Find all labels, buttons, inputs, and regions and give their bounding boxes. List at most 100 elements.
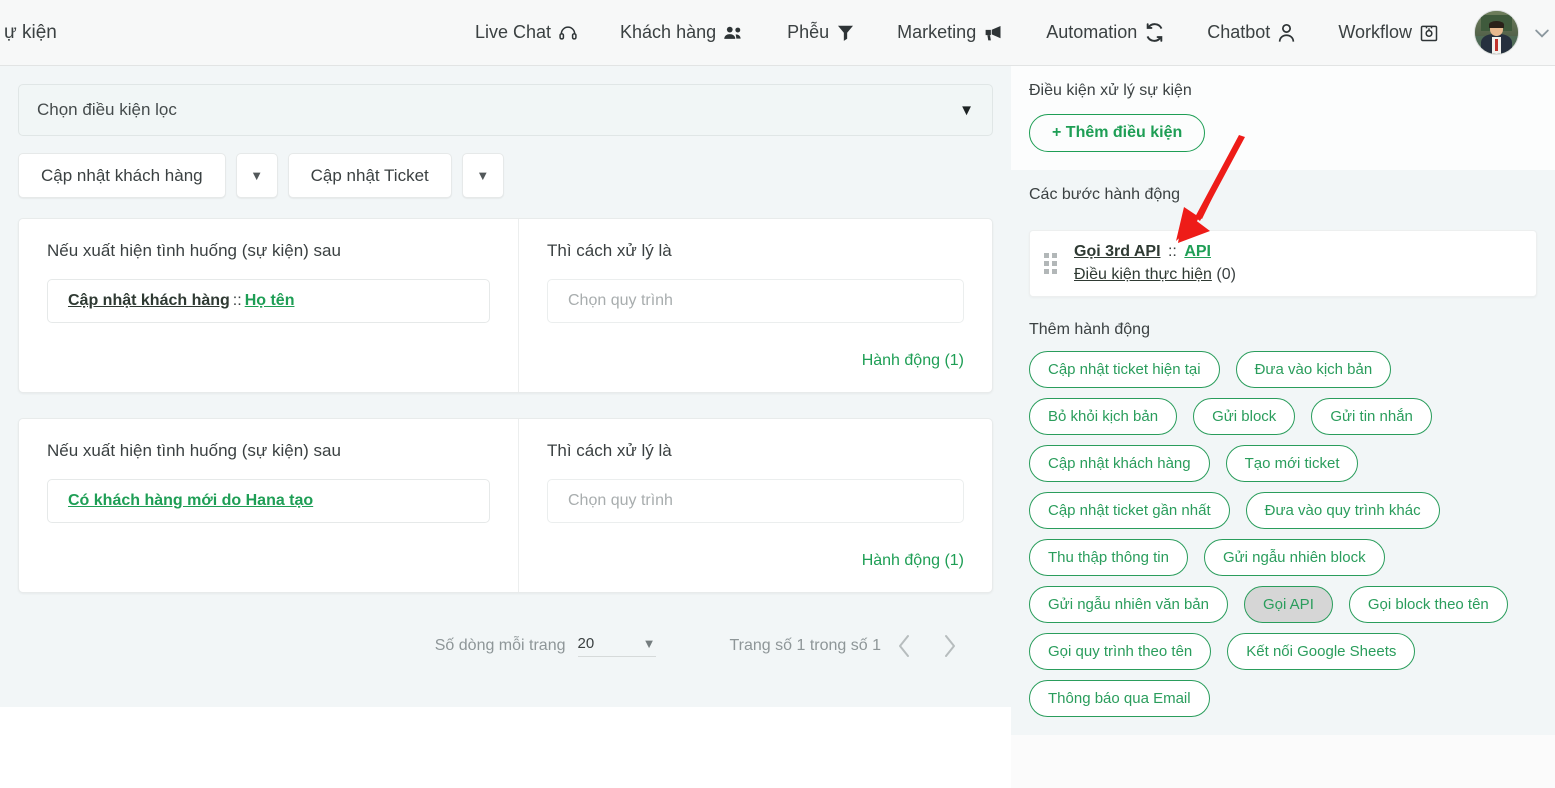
add-condition-button[interactable]: + Thêm điều kiện: [1029, 114, 1206, 152]
rule-action-column: Thì cách xử lý là Chọn quy trình Hành độ…: [519, 419, 992, 592]
action-step-name-link[interactable]: Gọi 3rd API: [1074, 243, 1161, 260]
action-step-card[interactable]: Gọi 3rd API :: API Điều kiện thực hiện (…: [1029, 230, 1537, 297]
nav-item-live-chat[interactable]: Live Chat: [454, 22, 599, 43]
action-step-exec-row: Điều kiện thực hiện (0): [1074, 266, 1236, 284]
avatar-hair: [1489, 20, 1504, 29]
add-action-title: Thêm hành động: [1029, 321, 1150, 338]
button-cap-nhat-khach-hang-dropdown[interactable]: ▼: [235, 153, 278, 198]
rule-condition-header: Nếu xuất hiện tình huống (sự kiện) sau: [47, 441, 341, 460]
app-root: ự kiện Live Chat Khách hàng Phễu Marketi…: [0, 0, 1555, 788]
nav-item-label: Automation: [1046, 22, 1138, 42]
nav-item-label: Marketing: [897, 22, 977, 42]
chevron-down-icon[interactable]: [1531, 22, 1553, 44]
action-chip-gui-ngau-nhien-block[interactable]: Gửi ngẫu nhiên block: [1203, 539, 1385, 576]
button-cap-nhat-ticket[interactable]: Cập nhật Ticket: [287, 153, 452, 198]
chevron-right-icon[interactable]: [927, 623, 973, 669]
caret-down-icon: ▼: [642, 636, 656, 651]
action-steps-title: Các bước hành động: [1029, 186, 1181, 203]
rule-card-list: Nếu xuất hiện tình huống (sự kiện) sau C…: [18, 218, 993, 593]
refresh-icon: [1144, 22, 1165, 43]
process-select[interactable]: Chọn quy trình: [547, 479, 964, 523]
top-navigation-bar: ự kiện Live Chat Khách hàng Phễu Marketi…: [0, 0, 1555, 66]
action-chip-bo-khoi-kich-ban[interactable]: Bỏ khỏi kịch bản: [1029, 398, 1178, 435]
action-step-type-link[interactable]: API: [1184, 243, 1211, 260]
nav-item-automation[interactable]: Automation: [1025, 22, 1186, 43]
action-chip-list: Cập nhật ticket hiện tại Đưa vào kịch bả…: [1029, 351, 1537, 717]
workflow-icon: [1419, 23, 1439, 43]
avatar[interactable]: [1474, 10, 1519, 55]
action-chip-gui-block[interactable]: Gửi block: [1193, 398, 1296, 435]
action-chip-gui-ngau-nhien-van-ban[interactable]: Gửi ngẫu nhiên văn bản: [1029, 586, 1228, 623]
action-step-title-row: Gọi 3rd API :: API: [1074, 243, 1236, 261]
process-select-placeholder: Chọn quy trình: [568, 492, 673, 509]
action-chip-goi-block-theo-ten[interactable]: Gọi block theo tên: [1348, 586, 1508, 623]
nav-item-workflow[interactable]: Workflow: [1317, 22, 1460, 43]
nav-items: Live Chat Khách hàng Phễu Marketing Auto…: [454, 10, 1555, 55]
rows-per-page-value: 20: [577, 635, 595, 652]
action-step-body: Gọi 3rd API :: API Điều kiện thực hiện (…: [1074, 243, 1236, 284]
button-cap-nhat-ticket-dropdown[interactable]: ▼: [461, 153, 504, 198]
rule-condition-column: Nếu xuất hiện tình huống (sự kiện) sau C…: [19, 419, 519, 592]
action-step-separator: ::: [1167, 243, 1177, 260]
event-main-link[interactable]: Có khách hàng mới do Hana tạo: [68, 492, 313, 510]
caret-down-icon: ▼: [959, 101, 974, 119]
action-count-link[interactable]: Hành động (1): [547, 552, 964, 570]
action-chip-dua-vao-kich-ban[interactable]: Đưa vào kịch bản: [1235, 351, 1392, 388]
nav-item-marketing[interactable]: Marketing: [876, 22, 1025, 43]
process-select-placeholder: Chọn quy trình: [568, 292, 673, 309]
event-separator: ::: [232, 292, 242, 309]
nav-item-chatbot[interactable]: Chatbot: [1186, 22, 1317, 43]
page-info-label: Trang số 1 trong số 1: [729, 637, 882, 654]
action-chip-cap-nhat-khach-hang[interactable]: Cập nhật khách hàng: [1029, 445, 1210, 482]
action-chip-dua-vao-quy-trinh-khac[interactable]: Đưa vào quy trình khác: [1245, 492, 1440, 529]
drag-handle-icon[interactable]: [1044, 253, 1060, 274]
page-title: ự kiện: [4, 21, 57, 43]
avatar-tie: [1494, 38, 1499, 52]
people-icon: [723, 23, 745, 43]
event-main-link[interactable]: Cập nhật khách hàng: [68, 292, 230, 310]
filter-select-label: Chọn điều kiện lọc: [37, 100, 177, 119]
action-chip-goi-quy-trinh-theo-ten[interactable]: Gọi quy trình theo tên: [1029, 633, 1212, 670]
funnel-icon: [836, 23, 855, 42]
event-field-link[interactable]: Họ tên: [245, 292, 295, 310]
add-condition-label: + Thêm điều kiện: [1052, 124, 1183, 141]
filter-select[interactable]: Chọn điều kiện lọc ▼: [18, 84, 993, 136]
event-conditions-title: Điều kiện xử lý sự kiện: [1029, 82, 1192, 99]
nav-item-label: Khách hàng: [620, 22, 717, 42]
action-count-link[interactable]: Hành động (1): [547, 352, 964, 370]
action-chip-ket-noi-google-sheets[interactable]: Kết nối Google Sheets: [1227, 633, 1416, 670]
process-select[interactable]: Chọn quy trình: [547, 279, 964, 323]
chevron-left-icon[interactable]: [881, 623, 927, 669]
rule-action-header: Thì cách xử lý là: [547, 441, 672, 460]
button-cap-nhat-khach-hang[interactable]: Cập nhật khách hàng: [18, 153, 226, 198]
rule-card: Nếu xuất hiện tình huống (sự kiện) sau C…: [18, 218, 993, 393]
megaphone-icon: [983, 22, 1004, 43]
rule-action-column: Thì cách xử lý là Chọn quy trình Hành độ…: [519, 219, 992, 392]
entity-button-row: Cập nhật khách hàng ▼ Cập nhật Ticket ▼: [18, 153, 993, 198]
action-chip-cap-nhat-ticket-hien-tai[interactable]: Cập nhật ticket hiện tại: [1029, 351, 1220, 388]
exec-condition-link[interactable]: Điều kiện thực hiện: [1074, 266, 1212, 283]
nav-item-label: Phễu: [787, 22, 830, 42]
action-chip-tao-moi-ticket[interactable]: Tạo mới ticket: [1225, 445, 1359, 482]
action-chip-thong-bao-qua-email[interactable]: Thông báo qua Email: [1029, 680, 1210, 717]
exec-condition-count: (0): [1216, 266, 1236, 283]
pagination-bar: Số dòng mỗi trang 20 ▼ Trang số 1 trong …: [18, 618, 993, 674]
button-label: Cập nhật Ticket: [310, 165, 429, 185]
action-chip-cap-nhat-ticket-gan-nhat[interactable]: Cập nhật ticket gần nhất: [1029, 492, 1230, 529]
nav-item-pheu[interactable]: Phễu: [766, 22, 876, 43]
action-chip-thu-thap-thong-tin[interactable]: Thu thập thông tin: [1029, 539, 1188, 576]
action-steps-section: Các bước hành động Gọi 3rd API :: API Đi…: [1011, 170, 1555, 317]
nav-item-label: Live Chat: [474, 22, 552, 42]
nav-item-label: Chatbot: [1207, 22, 1271, 42]
event-chip[interactable]: Có khách hàng mới do Hana tạo: [47, 479, 490, 523]
person-icon: [1277, 23, 1296, 43]
event-chip[interactable]: Cập nhật khách hàng :: Họ tên: [47, 279, 490, 323]
action-chip-gui-tin-nhan[interactable]: Gửi tin nhắn: [1311, 398, 1432, 435]
rule-action-header: Thì cách xử lý là: [547, 241, 672, 260]
caret-down-icon: ▼: [476, 168, 490, 183]
nav-item-khach-hang[interactable]: Khách hàng: [599, 22, 766, 43]
add-action-section: Thêm hành động Cập nhật ticket hiện tại …: [1011, 317, 1555, 735]
rows-per-page-select[interactable]: 20 ▼: [577, 635, 656, 657]
action-chip-goi-api[interactable]: Gọi API: [1244, 586, 1333, 623]
headset-icon: [558, 23, 578, 43]
